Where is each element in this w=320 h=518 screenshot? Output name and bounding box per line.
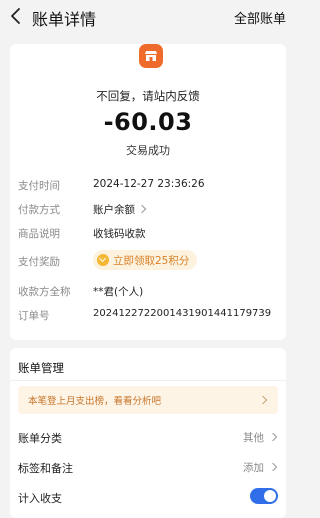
- store-icon: [145, 51, 157, 61]
- order-label: 订单号: [18, 310, 50, 322]
- bill-management-card: 账单管理 本笔登上月支出榜，看看分析吧 账单分类 其他 标签和备注 添加 计入收…: [10, 348, 286, 518]
- transaction-status: 交易成功: [126, 144, 170, 157]
- pay-time-value: 2024-12-27 23:36:26: [93, 178, 205, 190]
- payee-label: 收款方全称: [18, 286, 71, 298]
- check-coin-icon: [97, 254, 109, 266]
- pay-method-text: 账户余额: [93, 204, 135, 216]
- tags-value: 添加: [243, 462, 264, 474]
- reward-label: 支付奖励: [18, 256, 60, 268]
- pay-method-value[interactable]: 账户余额: [93, 202, 147, 217]
- budget-row: 计入收支: [18, 488, 278, 508]
- toggle-knob: [264, 490, 276, 502]
- reward-text: 立即领取25积分: [113, 254, 190, 267]
- chevron-right-icon: [258, 395, 268, 405]
- order-number[interactable]: 2024122722001431901441179739: [93, 308, 271, 319]
- tags-label: 标签和备注: [18, 462, 73, 475]
- product-value: 收钱码收款: [93, 228, 146, 240]
- chevron-right-icon: [268, 462, 278, 472]
- chevron-left-icon: [11, 8, 20, 24]
- banner-text: 本笔登上月支出榜，看看分析吧: [28, 396, 162, 407]
- all-bills-link[interactable]: 全部账单: [234, 8, 286, 27]
- chevron-right-icon: [137, 204, 147, 214]
- category-row[interactable]: 账单分类 其他: [18, 430, 278, 448]
- transaction-summary-card: 不回复，请站内反馈 -60.03 交易成功 支付时间 2024-12-27 23…: [10, 44, 286, 340]
- divider: [10, 380, 286, 381]
- merchant-logo: [139, 44, 163, 68]
- category-value: 其他: [243, 432, 264, 444]
- pay-method-label: 付款方式: [18, 204, 60, 216]
- reward-claim-button[interactable]: 立即领取25积分: [93, 250, 198, 270]
- product-label: 商品说明: [18, 228, 60, 240]
- pay-time-label: 支付时间: [18, 180, 60, 192]
- top-bar: 账单详情 全部账单: [0, 0, 296, 34]
- budget-label: 计入收支: [18, 492, 62, 505]
- page-title: 账单详情: [32, 10, 97, 29]
- budget-toggle[interactable]: [250, 488, 278, 504]
- category-label: 账单分类: [18, 432, 62, 445]
- management-title: 账单管理: [18, 361, 64, 375]
- analysis-banner[interactable]: 本笔登上月支出榜，看看分析吧: [18, 386, 278, 414]
- back-button[interactable]: [8, 6, 24, 26]
- tags-row[interactable]: 标签和备注 添加: [18, 460, 278, 478]
- chevron-right-icon: [268, 432, 278, 442]
- payee-value: **君(个人): [93, 286, 144, 298]
- transaction-amount: -60.03: [103, 108, 193, 136]
- merchant-name: 不回复，请站内反馈: [96, 89, 200, 103]
